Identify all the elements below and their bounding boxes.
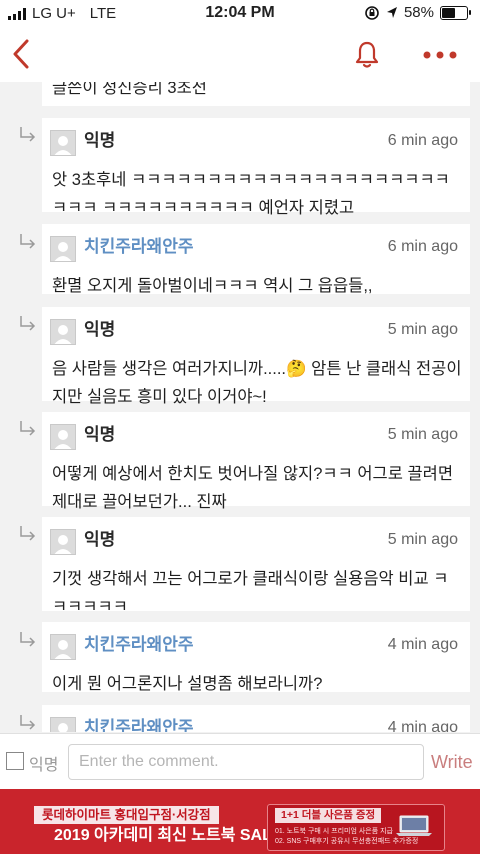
reply-arrow-icon xyxy=(20,127,36,142)
ad-promo-box: 1+1 더블 사은품 증정 01. 노트북 구매 시 프리미엄 사은품 지급 0… xyxy=(267,804,445,851)
laptop-icon xyxy=(396,815,432,836)
rotation-lock-icon xyxy=(365,5,379,20)
avatar-icon xyxy=(50,319,76,345)
comment-text: 어떻게 예상에서 한치도 벗어나질 않지?ㅋㅋ 어그로 끌려면 제대로 끌어보던… xyxy=(52,465,454,511)
comment-card: 치킨주라왜안주 6 min ago 환멸 오지게 돌아벌이네ㅋㅋㅋ 역시 그 읍… xyxy=(42,224,470,295)
comment-card: 치킨주라왜안주 4 min ago xyxy=(42,705,470,732)
reply-arrow-icon xyxy=(20,632,36,647)
comment-author[interactable]: 익명 xyxy=(84,319,115,341)
comment-card: 익명 5 min ago 어떻게 예상에서 한치도 벗어나질 않지?ㅋㅋ 어그로… xyxy=(42,412,470,511)
comment-text: 음 사람들 생각은 여러가지니까.....🤔 암튼 난 클래식 전공이지만 실음… xyxy=(52,360,462,406)
comment-card: 익명 5 min ago 음 사람들 생각은 여러가지니까.....🤔 암튼 난… xyxy=(42,307,470,406)
battery-percent: 58% xyxy=(403,4,434,21)
avatar-icon xyxy=(50,717,76,732)
comment-author[interactable]: 치킨주라왜안주 xyxy=(84,717,193,732)
chevron-left-icon[interactable] xyxy=(6,36,38,72)
avatar-icon xyxy=(50,130,76,156)
top-nav xyxy=(0,28,480,82)
location-icon xyxy=(386,6,397,18)
ad-store-name: 롯데하이마트 홍대입구점·서강점 xyxy=(34,806,219,824)
reply-arrow-icon xyxy=(20,316,36,331)
ad-promo-title: 1+1 더블 사은품 증정 xyxy=(275,808,382,823)
comment-author[interactable]: 익명 xyxy=(84,529,115,551)
comment-text: 글쓴이 정신승리 3초전 xyxy=(52,82,207,97)
ad-banner[interactable]: 롯데하이마트 홍대입구점·서강점 2019 아카데미 최신 노트북 SALE 1… xyxy=(0,789,480,854)
comment-card-partial: 글쓴이 정신승리 3초전 xyxy=(42,82,470,106)
comment-text: 환멸 오지게 돌아벌이네ㅋㅋㅋ 역시 그 읍읍들,, xyxy=(52,277,373,295)
comment-time: 6 min ago xyxy=(387,238,458,255)
comment-time: 5 min ago xyxy=(387,426,458,443)
comment-list[interactable]: 글쓴이 정신승리 3초전 익명 6 min ago 앗 3초후네 ㅋㅋㅋㅋㅋㅋㅋ… xyxy=(0,82,480,732)
avatar-icon xyxy=(50,424,76,450)
anonymous-label: 익명 xyxy=(29,757,59,774)
comment-card: 익명 6 min ago 앗 3초후네 ㅋㅋㅋㅋㅋㅋㅋㅋㅋㅋㅋㅋㅋㅋㅋㅋㅋㅋㅋㅋ… xyxy=(42,118,470,217)
ad-headline: 2019 아카데미 최신 노트북 SALE xyxy=(54,827,283,844)
comment-text: 기껏 생각해서 끄는 어그로가 클래식이랑 실용음악 비교 ㅋㅋㅋㅋㅋㅋ xyxy=(52,570,449,616)
comment-compose-bar: 익명 Write xyxy=(0,733,480,790)
ad-promo-detail: 01. 노트북 구매 시 프리미엄 사은품 지급 xyxy=(275,828,393,835)
comment-time: 6 min ago xyxy=(387,132,458,149)
reply-arrow-icon xyxy=(20,715,36,730)
comment-author[interactable]: 익명 xyxy=(84,130,115,152)
ad-promo-detail: 02. SNS 구매후기 공유시 무선충전패드 추가증정 xyxy=(275,838,419,845)
avatar-icon xyxy=(50,529,76,555)
comment-card: 익명 5 min ago 기껏 생각해서 끄는 어그로가 클래식이랑 실용음악 … xyxy=(42,517,470,616)
battery-icon xyxy=(440,5,471,20)
comment-author[interactable]: 치킨주라왜안주 xyxy=(84,634,193,656)
comment-text: 앗 3초후네 ㅋㅋㅋㅋㅋㅋㅋㅋㅋㅋㅋㅋㅋㅋㅋㅋㅋㅋㅋㅋㅋㅋㅋㅋ ㅋㅋㅋㅋㅋㅋㅋㅋ… xyxy=(52,171,450,217)
comment-input[interactable] xyxy=(68,744,424,780)
comment-author[interactable]: 익명 xyxy=(84,424,115,446)
avatar-icon xyxy=(50,236,76,262)
reply-arrow-icon xyxy=(20,234,36,249)
avatar-icon xyxy=(50,634,76,660)
comment-text: 이게 뭔 어그론지나 설명좀 해보라니까? xyxy=(52,675,323,693)
reply-arrow-icon xyxy=(20,526,36,541)
comment-time: 5 min ago xyxy=(387,531,458,548)
anonymous-checkbox[interactable] xyxy=(6,752,24,770)
write-button[interactable]: Write xyxy=(431,752,473,773)
more-dots-icon[interactable] xyxy=(420,40,460,70)
comment-time: 4 min ago xyxy=(387,719,458,732)
comment-time: 5 min ago xyxy=(387,321,458,338)
status-bar: LG U+ LTE 12:04 PM 58% xyxy=(0,0,480,28)
comment-card: 치킨주라왜안주 4 min ago 이게 뭔 어그론지나 설명좀 해보라니까? xyxy=(42,622,470,693)
comment-author[interactable]: 치킨주라왜안주 xyxy=(84,236,193,258)
comment-time: 4 min ago xyxy=(387,636,458,653)
reply-arrow-icon xyxy=(20,421,36,436)
bell-icon[interactable] xyxy=(353,40,381,70)
